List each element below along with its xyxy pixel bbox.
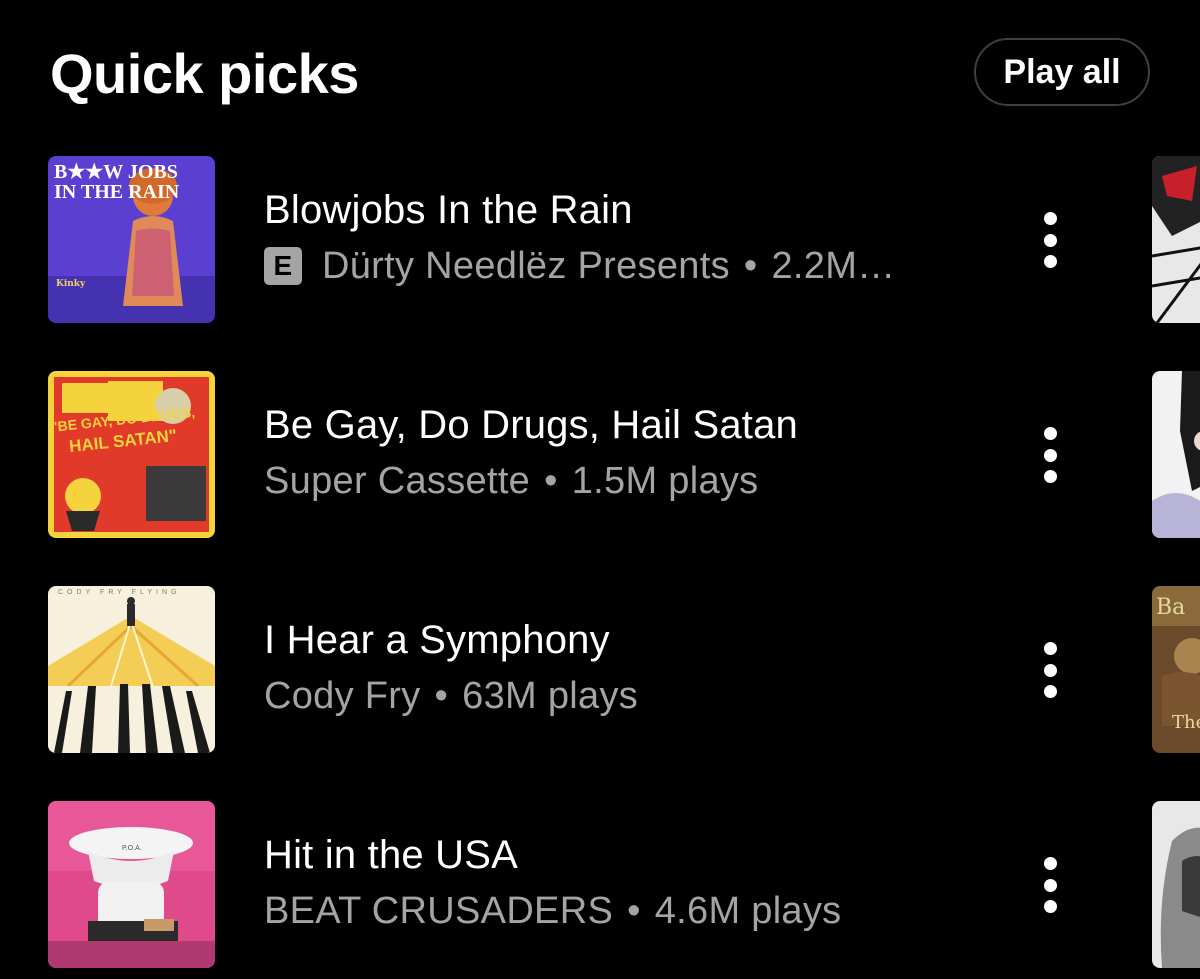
svg-text:Ba: Ba <box>1156 595 1185 620</box>
song-subtitle: Cody Fry • 63M plays <box>264 672 638 720</box>
list-item[interactable]: P.O.A. Hit in the USA BEAT CRUSADERS • 4… <box>0 801 1200 969</box>
album-art-text: IN THE RAIN <box>54 181 180 203</box>
song-title: I Hear a Symphony <box>264 618 610 662</box>
play-count: 63M plays <box>462 675 639 717</box>
album-art[interactable]: P.O.A. <box>48 801 215 968</box>
separator: • <box>627 890 641 932</box>
section-title: Quick picks <box>50 42 359 105</box>
list-item[interactable]: "BE GAY, DO DRUGS, HAIL SATAN" Be Gay, D… <box>0 371 1200 539</box>
song-subtitle: E Dürty Needlëz Presents • 2.2M… <box>264 242 895 290</box>
artist-name[interactable]: BEAT CRUSADERS <box>264 887 613 935</box>
next-column-album-art[interactable] <box>1152 156 1200 323</box>
explicit-badge: E <box>264 247 302 285</box>
song-title: Blowjobs In the Rain <box>264 188 633 232</box>
album-art[interactable]: Kinky B★★W JOBS IN THE RAIN <box>48 156 215 323</box>
svg-text:The: The <box>1172 712 1200 733</box>
play-all-button[interactable]: Play all <box>974 38 1150 106</box>
song-title: Hit in the USA <box>264 833 519 877</box>
album-art-text: P.O.A. <box>122 845 142 852</box>
artist-name[interactable]: Super Cassette <box>264 457 530 505</box>
more-options-icon[interactable] <box>1030 857 1070 913</box>
next-column-album-art[interactable] <box>1152 371 1200 538</box>
album-art[interactable]: CODY FRY FLYING <box>48 586 215 753</box>
more-options-icon[interactable] <box>1030 642 1070 698</box>
song-title: Be Gay, Do Drugs, Hail Satan <box>264 403 798 447</box>
separator: • <box>743 245 758 287</box>
play-count: 4.6M plays <box>654 890 842 932</box>
artist-name[interactable]: Cody Fry <box>264 672 421 720</box>
separator: • <box>434 675 449 717</box>
list-item[interactable]: CODY FRY FLYING I Hear a Symphony Cody F… <box>0 586 1200 754</box>
next-column-album-art[interactable]: Ba The <box>1152 586 1200 753</box>
list-item[interactable]: Kinky B★★W JOBS IN THE RAIN Blowjobs In … <box>0 156 1200 324</box>
play-count: 1.5M plays <box>571 460 759 502</box>
album-art[interactable]: "BE GAY, DO DRUGS, HAIL SATAN" <box>48 371 215 538</box>
next-column-album-art[interactable] <box>1152 801 1200 968</box>
more-options-icon[interactable] <box>1030 212 1070 268</box>
separator: • <box>544 460 558 502</box>
song-subtitle: BEAT CRUSADERS • 4.6M plays <box>264 887 841 935</box>
album-art-text: CODY FRY FLYING <box>58 589 181 596</box>
artist-name[interactable]: Dürty Needlëz Presents <box>322 242 730 290</box>
svg-text:Kinky: Kinky <box>56 279 86 289</box>
play-count: 2.2M… <box>771 245 896 287</box>
song-subtitle: Super Cassette • 1.5M plays <box>264 457 758 505</box>
album-art-text: B★★W JOBS <box>54 161 178 183</box>
more-options-icon[interactable] <box>1030 427 1070 483</box>
